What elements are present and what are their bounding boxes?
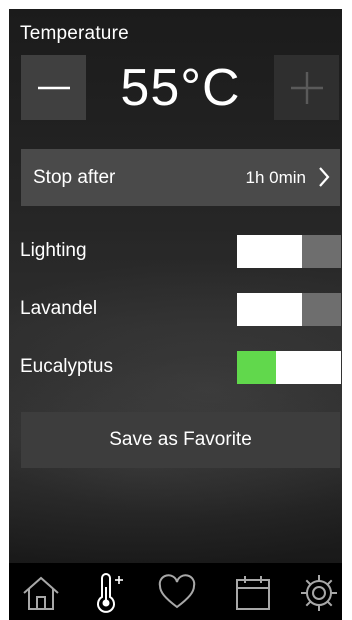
nav-schedule[interactable] <box>233 573 273 613</box>
toggle-on-indicator <box>237 351 276 384</box>
home-icon <box>23 576 59 610</box>
minus-icon <box>37 86 70 89</box>
nav-home[interactable] <box>21 573 61 613</box>
bottom-nav-bar <box>9 563 342 620</box>
decrease-temperature-button[interactable] <box>21 55 86 120</box>
toggle-label-eucalyptus: Eucalyptus <box>20 356 113 377</box>
thermometer-plus-icon <box>97 573 123 613</box>
toggle-track <box>302 235 341 268</box>
stop-after-row[interactable]: Stop after 1h 0min <box>21 149 340 206</box>
plus-icon <box>290 71 323 104</box>
nav-temperature[interactable] <box>89 573 129 613</box>
nav-favorites[interactable] <box>157 573 197 613</box>
toggle-knob <box>276 351 341 384</box>
increase-temperature-button[interactable] <box>274 55 339 120</box>
lighting-toggle[interactable] <box>237 235 341 268</box>
sauna-control-screen: Temperature 55°C Stop after 1h 0min Ligh… <box>9 9 342 620</box>
temperature-value: 55°C <box>120 59 241 117</box>
heart-icon <box>158 574 196 609</box>
toggle-row-lavandel: Lavandel <box>9 293 342 327</box>
save-as-favorite-button[interactable]: Save as Favorite <box>21 412 340 468</box>
toggle-row-lighting: Lighting <box>9 235 342 269</box>
nav-settings[interactable] <box>299 573 339 613</box>
temperature-label: Temperature <box>20 23 129 44</box>
eucalyptus-toggle[interactable] <box>237 351 341 384</box>
lavandel-toggle[interactable] <box>237 293 341 326</box>
toggle-label-lighting: Lighting <box>20 240 87 261</box>
save-as-favorite-label: Save as Favorite <box>109 429 252 450</box>
toggle-label-lavandel: Lavandel <box>20 298 98 319</box>
calendar-icon <box>236 576 270 610</box>
stop-after-label: Stop after <box>33 166 116 188</box>
toggle-knob <box>237 235 302 268</box>
toggle-row-eucalyptus: Eucalyptus <box>9 351 342 385</box>
chevron-right-icon <box>319 167 330 187</box>
gear-icon <box>301 575 337 611</box>
stop-after-value: 1h 0min <box>245 167 306 187</box>
toggle-track <box>302 293 341 326</box>
toggle-knob <box>237 293 302 326</box>
